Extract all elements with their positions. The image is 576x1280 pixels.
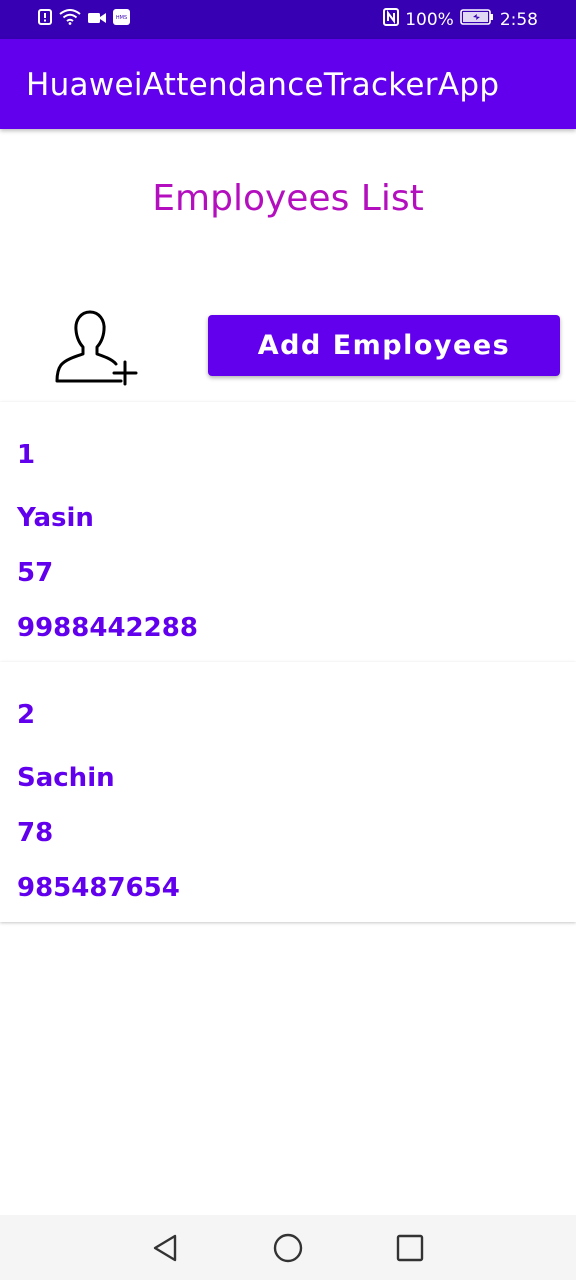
add-employees-button[interactable]: Add Employees	[208, 315, 560, 376]
svg-text:HMS: HMS	[116, 15, 127, 21]
employee-card[interactable]: 1 Yasin 57 9988442288	[0, 402, 576, 662]
app-title: HuaweiAttendanceTrackerApp	[26, 67, 500, 103]
employee-name: Yasin	[17, 503, 94, 533]
employee-phone: 985487654	[17, 873, 180, 903]
hms-icon: HMS	[113, 9, 130, 30]
page-title: Employees List	[152, 178, 424, 219]
home-icon[interactable]	[271, 1231, 305, 1265]
nfc-icon	[383, 8, 400, 31]
employee-phone: 9988442288	[17, 613, 198, 643]
add-user-icon[interactable]	[54, 308, 138, 386]
back-icon[interactable]	[149, 1231, 183, 1265]
status-bar: HMS 100% 2:58	[0, 0, 576, 39]
employee-age: 78	[17, 818, 54, 848]
recent-apps-icon[interactable]	[393, 1231, 427, 1265]
employee-id: 1	[17, 440, 36, 470]
status-right: 100% 2:58	[383, 8, 538, 31]
alert-icon	[38, 9, 52, 30]
app-bar: HuaweiAttendanceTrackerApp	[0, 39, 576, 129]
employee-name: Sachin	[17, 763, 115, 793]
employee-card[interactable]: 2 Sachin 78 985487654	[0, 662, 576, 922]
employee-id: 2	[17, 700, 36, 730]
employee-age: 57	[17, 558, 54, 588]
battery-percentage: 100%	[405, 9, 454, 30]
battery-icon	[460, 9, 494, 30]
navigation-bar	[0, 1215, 576, 1280]
wifi-icon	[59, 9, 81, 30]
status-left: HMS	[38, 9, 130, 30]
clock: 2:58	[499, 9, 538, 30]
video-icon	[88, 10, 106, 30]
